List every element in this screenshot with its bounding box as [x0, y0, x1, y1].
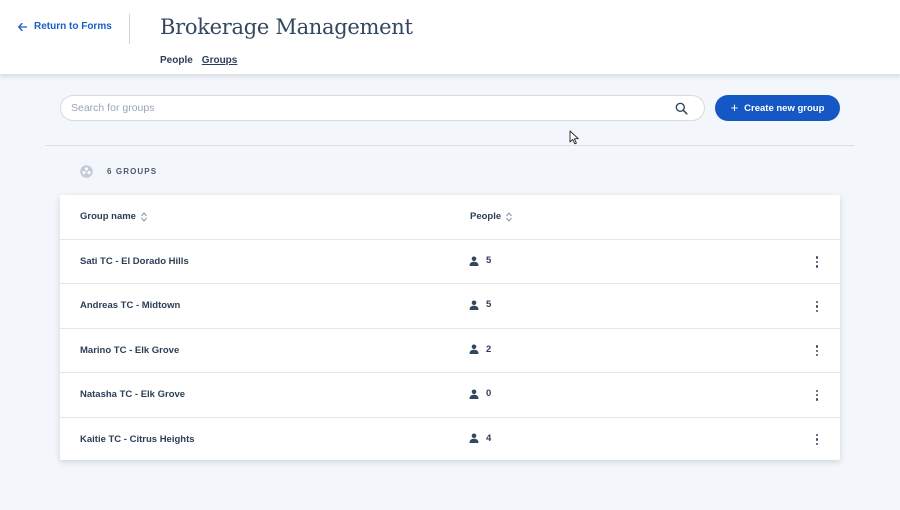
person-icon [469, 389, 479, 399]
create-new-group-label: Create new group [744, 102, 825, 114]
table-row[interactable]: Marino TC - Elk Grove 2 [60, 329, 840, 374]
group-name-cell[interactable]: Kaitie TC - Citrus Heights [80, 434, 195, 445]
groups-count: 6 GROUPS [80, 165, 157, 178]
group-name-cell[interactable]: Marino TC - Elk Grove [80, 345, 179, 356]
return-to-forms-link[interactable]: Return to Forms [18, 21, 112, 32]
more-vertical-icon[interactable] [812, 343, 822, 359]
person-icon [469, 300, 479, 310]
more-vertical-icon[interactable] [812, 387, 822, 403]
arrow-left-icon [18, 22, 27, 31]
group-name-cell[interactable]: Sati TC - El Dorado Hills [80, 256, 189, 267]
more-vertical-icon[interactable] [812, 298, 822, 314]
people-count-cell: 5 [469, 299, 491, 310]
more-vertical-icon[interactable] [812, 432, 822, 448]
sort-icon [506, 212, 513, 221]
person-icon [469, 433, 479, 444]
people-count: 4 [486, 432, 492, 444]
people-count-cell: 4 [469, 433, 491, 444]
person-icon [469, 344, 479, 355]
header-divider [129, 14, 130, 44]
table-header: Group name People [60, 195, 840, 240]
plus-icon: + [730, 100, 739, 115]
table-row[interactable]: Andreas TC - Midtown 5 [60, 284, 840, 329]
people-count: 2 [486, 343, 492, 355]
column-header-label: People [470, 211, 502, 222]
people-count-cell: 2 [469, 344, 491, 355]
people-count: 5 [486, 255, 492, 266]
search-input[interactable] [71, 102, 661, 114]
column-header-label: Group name [80, 211, 136, 222]
page-header: Return to Forms Brokerage Management Peo… [0, 0, 900, 75]
people-count-cell: 0 [469, 388, 491, 399]
column-header-people[interactable]: People [470, 211, 513, 222]
table-row[interactable]: Natasha TC - Elk Grove 0 [60, 373, 840, 418]
section-divider [45, 145, 854, 146]
sort-icon [141, 212, 147, 221]
groups-count-label: 6 GROUPS [107, 167, 158, 176]
group-name-cell[interactable]: Natasha TC - Elk Grove [80, 389, 185, 400]
person-icon [469, 256, 479, 266]
search-icon[interactable] [675, 102, 688, 115]
more-vertical-icon[interactable] [812, 254, 822, 270]
table-row[interactable]: Sati TC - El Dorado Hills 5 [60, 240, 840, 285]
sub-navigation: People Groups [160, 55, 237, 66]
group-icon [80, 165, 93, 178]
group-name-cell[interactable]: Andreas TC - Midtown [80, 300, 180, 311]
page-title: Brokerage Management [160, 15, 413, 39]
search-bar [60, 95, 705, 121]
people-count: 5 [486, 299, 492, 311]
mouse-cursor-icon [569, 130, 579, 145]
tab-people[interactable]: People [160, 55, 193, 66]
people-count-cell: 5 [469, 255, 491, 266]
return-to-forms-label: Return to Forms [34, 21, 112, 32]
column-header-group-name[interactable]: Group name [80, 211, 147, 222]
create-new-group-button[interactable]: + Create new group [715, 95, 840, 121]
table-row[interactable]: Kaitie TC - Citrus Heights 4 [60, 418, 840, 462]
groups-table: Group name People Sati TC - El Dorado Hi… [60, 195, 840, 460]
people-count: 0 [486, 388, 492, 400]
tab-groups[interactable]: Groups [202, 55, 238, 66]
